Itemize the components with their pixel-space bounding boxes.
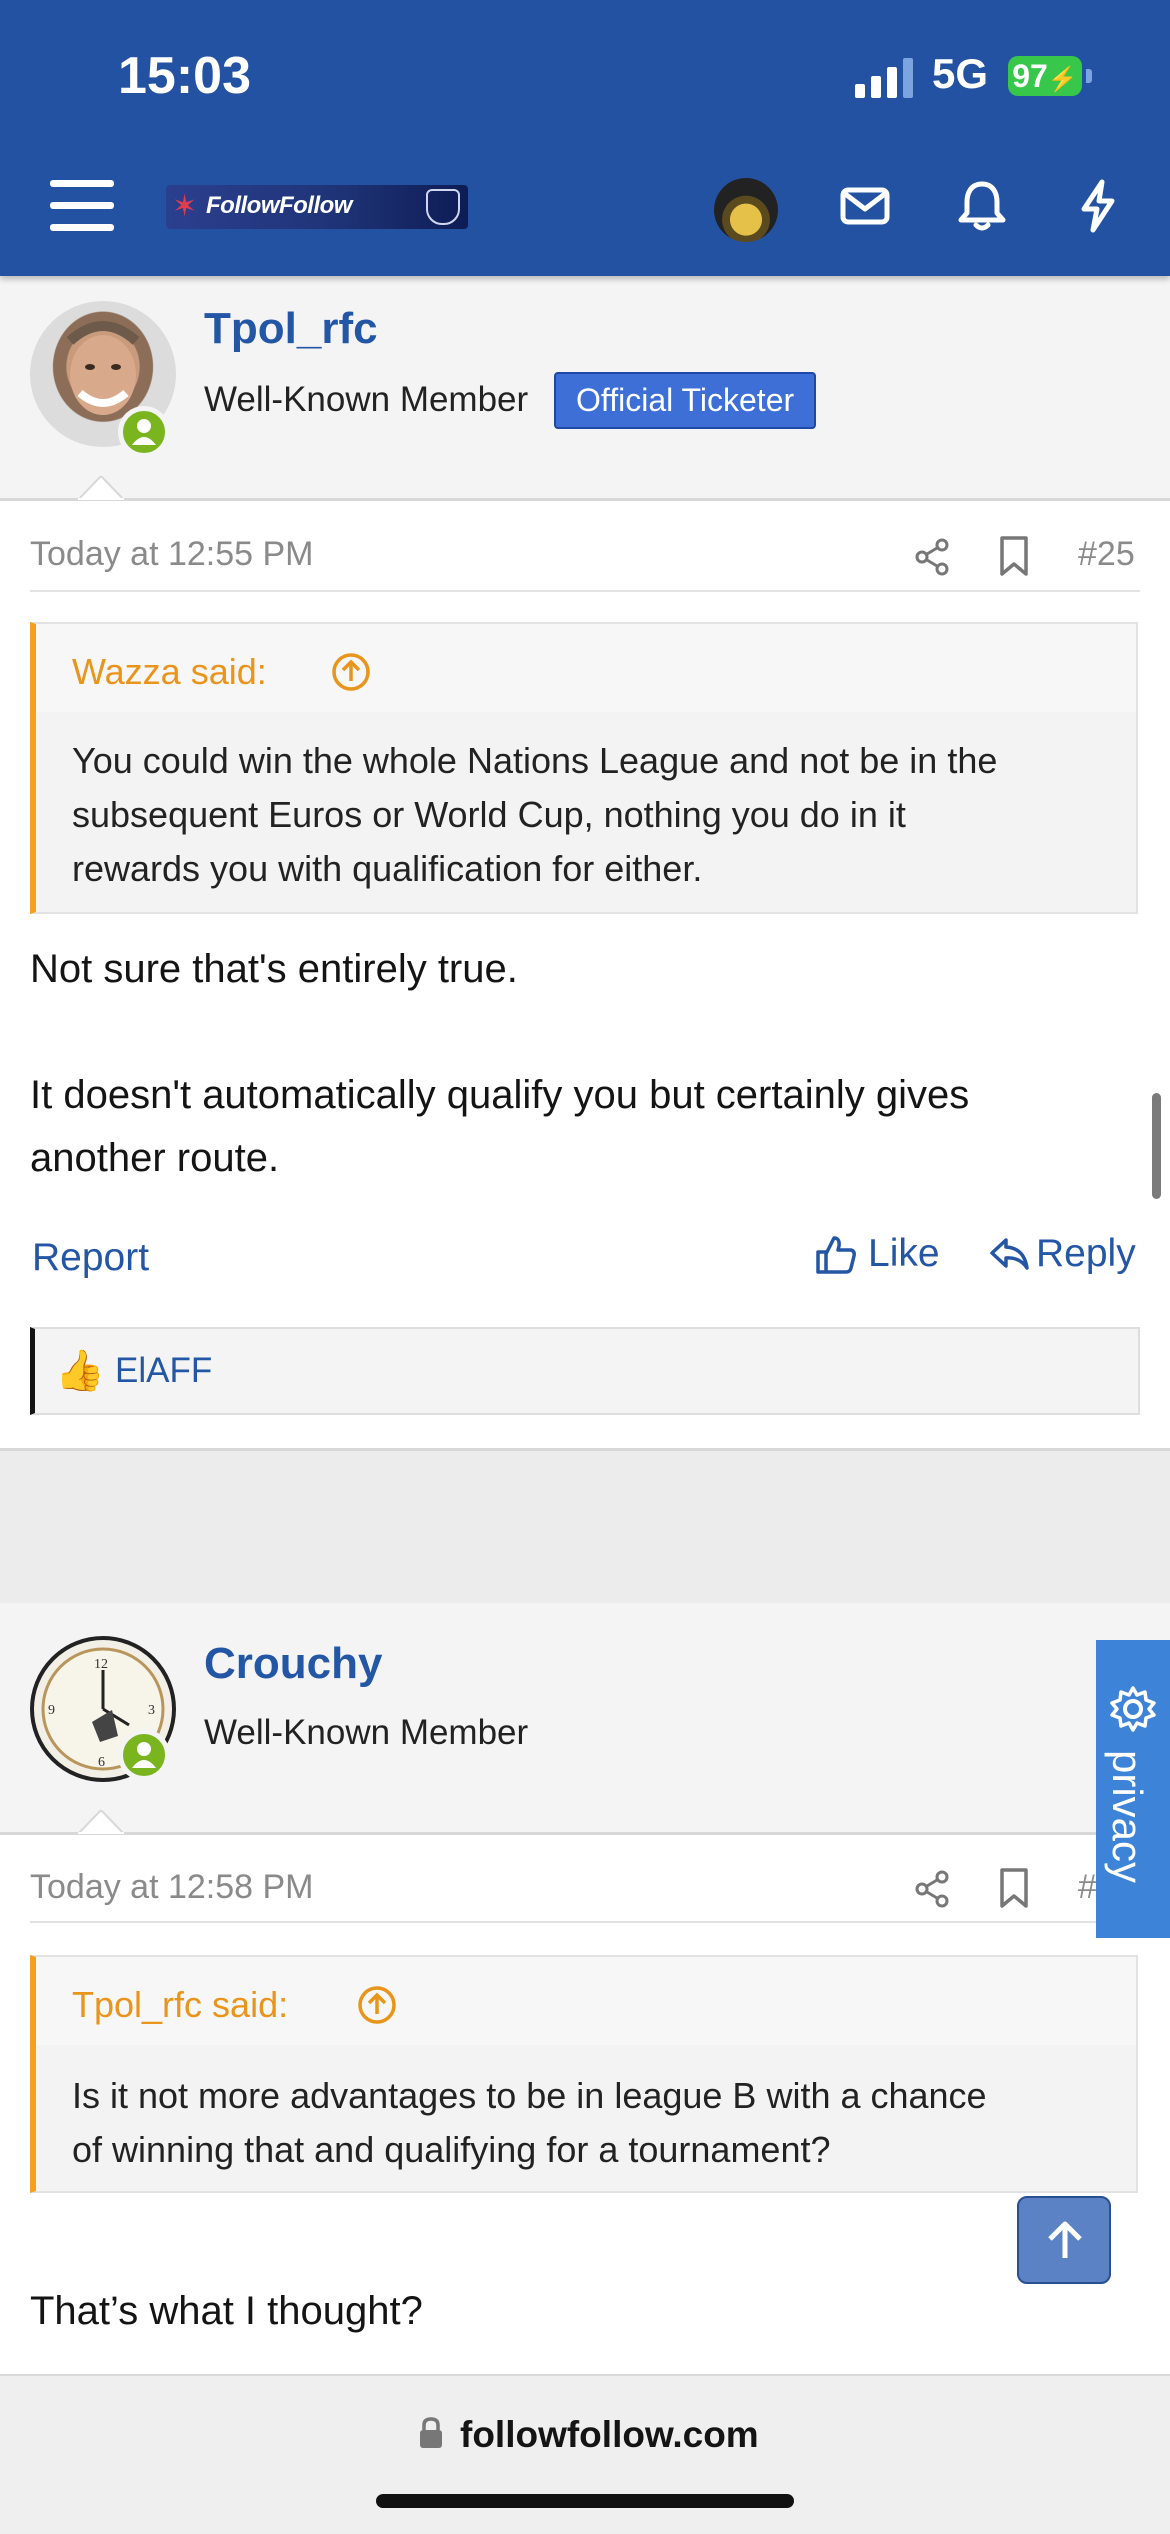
battery-indicator: 97⚡: [1008, 56, 1082, 96]
thumbs-up-icon: [816, 1236, 856, 1274]
privacy-label: privacy: [1104, 1750, 1151, 1884]
logo-star-icon: ✶: [172, 190, 198, 223]
inbox-icon[interactable]: [835, 176, 895, 236]
bookmark-icon[interactable]: [996, 534, 1032, 578]
user-icon: [132, 419, 156, 445]
message-line: another route.: [30, 1136, 280, 1180]
online-status-icon: [118, 406, 170, 458]
app-header: 15:03 5G 97⚡ ✶ FollowFollow: [0, 0, 1170, 276]
user-title: Well-Known Member: [204, 380, 529, 419]
menu-icon-bar: [50, 224, 114, 231]
quote-line: subsequent Euros or World Cup, nothing y…: [72, 794, 906, 835]
reaction-user[interactable]: ElAFF: [115, 1351, 212, 1391]
svg-text:9: 9: [48, 1703, 55, 1718]
svg-text:6: 6: [98, 1755, 105, 1770]
quote-line: rewards you with qualification for eithe…: [72, 848, 703, 889]
post-username[interactable]: Tpol_rfc: [204, 304, 378, 354]
crest-icon: [426, 189, 460, 225]
share-icon[interactable]: [912, 536, 954, 578]
menu-button[interactable]: [46, 176, 118, 236]
user-title: Well-Known Member: [204, 1713, 529, 1752]
message-line: That’s what I thought?: [30, 2289, 423, 2333]
account-avatar[interactable]: [714, 178, 778, 242]
post-date[interactable]: Today at 12:58 PM: [30, 1868, 314, 1907]
online-status-icon: [118, 1729, 170, 1781]
post-notch: [78, 1810, 124, 1834]
svg-text:12: 12: [94, 1657, 108, 1672]
lock-icon: [420, 2417, 442, 2448]
gear-icon: [1110, 1686, 1156, 1732]
arrow-up-circle-icon[interactable]: [356, 1984, 398, 2026]
arrow-up-circle-icon[interactable]: [330, 651, 372, 693]
user-banner: Official Ticketer: [554, 372, 817, 429]
like-label: Like: [868, 1232, 940, 1275]
quote-author[interactable]: Wazza said:: [72, 651, 267, 693]
thumbs-up-emoji-icon: 👍: [55, 1349, 105, 1393]
quote-line: Is it not more advantages to be in leagu…: [72, 2075, 987, 2116]
quote-author[interactable]: Tpol_rfc said:: [72, 1984, 288, 2026]
battery-level: 97: [1012, 58, 1048, 94]
url-text: followfollow.com: [460, 2414, 759, 2455]
reactions-bar[interactable]: 👍 ElAFF: [30, 1327, 1140, 1415]
network-type: 5G: [932, 50, 989, 97]
reply-label: Reply: [1036, 1232, 1136, 1275]
like-button[interactable]: Like: [814, 1232, 940, 1276]
report-link[interactable]: Report: [32, 1236, 149, 1280]
divider: [30, 590, 1140, 592]
site-logo[interactable]: ✶ FollowFollow: [166, 185, 468, 229]
post-number[interactable]: #: [1078, 1868, 1097, 1907]
quote-block: Tpol_rfc said: Is it not more advantages…: [30, 1955, 1138, 2193]
post-separator: [0, 1448, 1170, 1606]
post-user-header: Tpol_rfc Well-Known Member Official Tick…: [0, 276, 1170, 501]
quote-block: Wazza said: You could win the whole Nati…: [30, 622, 1138, 914]
message-line: It doesn't automatically qualify you but…: [30, 1073, 970, 1117]
lightning-icon[interactable]: [1068, 176, 1128, 236]
reply-button[interactable]: Reply: [988, 1232, 1136, 1276]
post-notch: [78, 476, 124, 500]
logo-text: FollowFollow: [206, 192, 352, 219]
browser-url-bar[interactable]: followfollow.com: [0, 2374, 1170, 2534]
post-date[interactable]: Today at 12:55 PM: [30, 535, 314, 574]
reply-icon: [990, 1238, 1029, 1270]
bell-icon[interactable]: [952, 176, 1012, 236]
post-username[interactable]: Crouchy: [204, 1639, 382, 1689]
scrollbar[interactable]: [1152, 1093, 1161, 1199]
svg-text:3: 3: [148, 1703, 155, 1718]
scroll-to-top-button[interactable]: [1017, 2196, 1111, 2284]
user-icon: [132, 1742, 156, 1768]
share-icon[interactable]: [912, 1868, 954, 1910]
menu-icon-bar: [50, 202, 114, 209]
home-indicator[interactable]: [376, 2494, 794, 2508]
cellular-signal-icon: [855, 58, 913, 98]
quote-line: You could win the whole Nations League a…: [72, 740, 998, 781]
divider: [30, 1921, 1140, 1923]
privacy-button[interactable]: privacy: [1096, 1640, 1170, 1938]
bookmark-icon[interactable]: [996, 1866, 1032, 1910]
arrow-up-icon: [1048, 2221, 1082, 2258]
message-line: Not sure that's entirely true.: [30, 947, 518, 991]
menu-icon-bar: [50, 180, 114, 187]
post-number[interactable]: #25: [1078, 535, 1135, 574]
battery-nub: [1086, 69, 1092, 83]
post-user-header: 12 3 6 9 Crouchy Well-Known Member: [0, 1603, 1170, 1835]
status-time: 15:03: [118, 47, 251, 105]
quote-line: of winning that and qualifying for a tou…: [72, 2129, 831, 2170]
